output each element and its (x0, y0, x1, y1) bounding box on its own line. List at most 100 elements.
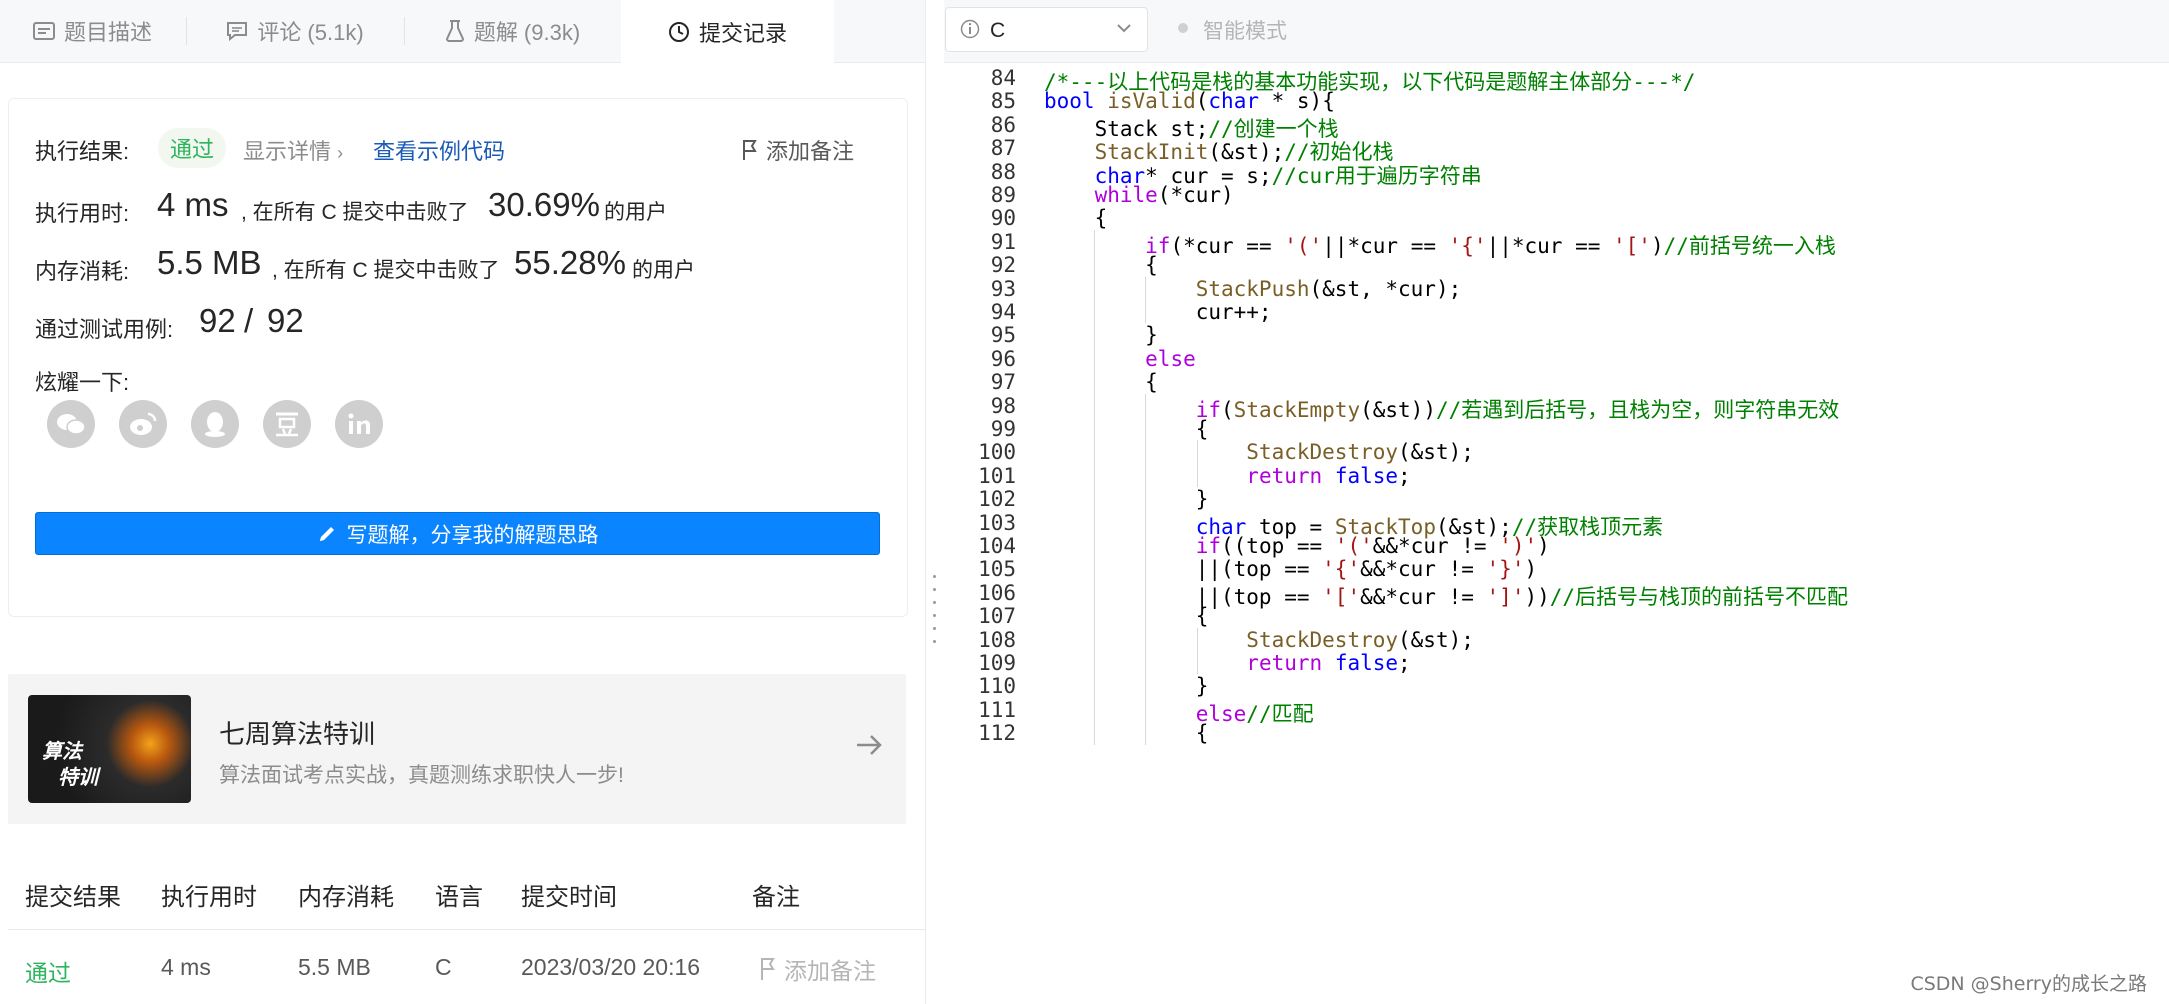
tests-total: 92 (267, 302, 304, 339)
tab-solutions[interactable]: 题解 (9.3k) (405, 0, 620, 62)
line-number: 90 (990, 206, 1016, 231)
runtime-label: 执行用时: (35, 201, 130, 226)
line-number: 106 (978, 580, 1016, 605)
linkedin-icon[interactable] (335, 400, 383, 448)
line-number: 95 (990, 323, 1016, 348)
line-number: 96 (990, 346, 1016, 371)
code-line[interactable]: ||(top == '{'&&*cur != '}') (1044, 557, 1537, 581)
code-line[interactable]: bool isValid(char * s){ (1044, 89, 1335, 113)
line-number: 111 (978, 697, 1016, 722)
code-line[interactable]: { (1044, 417, 1209, 441)
line-number: 85 (990, 89, 1016, 114)
code-line[interactable]: { (1044, 206, 1108, 230)
mode-indicator-dot (1178, 23, 1188, 33)
code-line[interactable]: { (1044, 604, 1209, 628)
column-header-result: 提交结果 (25, 884, 121, 911)
tab-description[interactable]: 题目描述 (0, 0, 185, 62)
code-line[interactable]: cur++; (1044, 300, 1272, 324)
code-line[interactable]: else (1044, 347, 1196, 371)
memory-percent: 55.28% (514, 244, 626, 281)
line-number: 107 (978, 604, 1016, 629)
line-number: 97 (990, 370, 1016, 395)
line-number: 87 (990, 136, 1016, 161)
show-details-link[interactable]: 显示详情 › (243, 134, 343, 166)
panel-resize-handle[interactable] (925, 0, 945, 1004)
line-number: 105 (978, 557, 1016, 582)
indent-guide (1196, 440, 1198, 488)
code-line[interactable]: return false; (1044, 651, 1410, 675)
column-header-time: 提交时间 (521, 884, 617, 911)
tab-label: 题目描述 (63, 20, 152, 45)
promo-subtitle: 算法面试考点实战，真题测练求职快人一步! (219, 764, 624, 787)
description-icon (32, 21, 55, 41)
flag-icon (760, 957, 776, 981)
flag-icon (742, 139, 758, 161)
status-badge: 通过 (158, 128, 226, 168)
row-time: 2023/03/20 20:16 (521, 954, 701, 980)
view-example-code-link[interactable]: 查看示例代码 (373, 134, 505, 166)
info-icon (960, 19, 980, 44)
code-line[interactable]: } (1044, 487, 1209, 511)
code-line[interactable]: StackDestroy(&st); (1044, 440, 1474, 464)
qq-icon[interactable] (191, 400, 239, 448)
memory-beat-text: , 在所有 C 提交中击败了 (272, 259, 500, 282)
watermark: CSDN @Sherry的成长之路 (1910, 973, 2147, 995)
line-number: 110 (978, 674, 1016, 699)
row-language: C (435, 954, 452, 980)
tab-label: 题解 (9.3k) (473, 20, 581, 45)
comment-icon (226, 21, 248, 41)
row-add-note-button[interactable]: 添加备注 (760, 952, 876, 986)
code-line[interactable]: if(*cur == '('||*cur == '{'||*cur == '['… (1044, 230, 1836, 260)
line-number: 99 (990, 417, 1016, 441)
line-number: 84 (990, 66, 1016, 90)
code-line[interactable]: { (1044, 253, 1158, 277)
add-note-button[interactable]: 添加备注 (742, 134, 854, 166)
code-line[interactable]: while(*cur) (1044, 183, 1234, 207)
chevron-right-icon: › (337, 143, 344, 163)
language-value: C (990, 19, 1006, 42)
drag-dot (933, 575, 936, 578)
line-number: 112 (978, 721, 1016, 746)
code-line[interactable]: StackPush(&st, *cur); (1044, 277, 1462, 301)
chevron-down-icon (1116, 21, 1132, 40)
indent-guide (1196, 627, 1198, 675)
code-line[interactable]: } (1044, 674, 1209, 698)
code-editor[interactable]: 84/*---以上代码是栈的基本功能实现，以下代码是题解主体部分---*/85 b… (944, 63, 2169, 1004)
tab-submissions[interactable]: 提交记录 (621, 0, 834, 63)
line-number: 100 (978, 440, 1016, 465)
tab-comments[interactable]: 评论 (5.1k) (187, 0, 403, 62)
language-select[interactable]: C (945, 7, 1148, 52)
code-line[interactable]: { (1044, 721, 1209, 745)
arrow-right-icon[interactable] (855, 733, 883, 762)
drag-dot (933, 640, 936, 643)
line-number: 103 (978, 510, 1016, 535)
promo-title: 七周算法特训 (219, 719, 376, 749)
code-line[interactable]: } (1044, 323, 1158, 347)
weibo-icon[interactable] (119, 400, 167, 448)
line-number: 98 (990, 393, 1016, 418)
smart-mode-toggle[interactable]: 智能模式 (1203, 15, 1287, 45)
code-line[interactable]: return false; (1044, 464, 1410, 488)
runtime-suffix: 的用户 (604, 201, 667, 224)
line-number: 104 (978, 534, 1016, 558)
line-number: 109 (978, 651, 1016, 675)
row-result[interactable]: 通过 (25, 954, 71, 988)
line-number: 108 (978, 627, 1016, 652)
indent-guide (1145, 393, 1147, 745)
douban-icon[interactable] (263, 400, 311, 448)
memory-value: 5.5 MB (157, 244, 262, 281)
code-line[interactable]: { (1044, 370, 1158, 394)
row-memory: 5.5 MB (298, 954, 371, 980)
code-line[interactable]: if((top == '('&&*cur != ')') (1044, 534, 1550, 558)
row-runtime: 4 ms (161, 954, 211, 980)
drag-dot (933, 627, 936, 630)
tests-separator: / (244, 302, 254, 339)
column-header-language: 语言 (435, 884, 483, 911)
code-line[interactable]: StackDestroy(&st); (1044, 628, 1474, 652)
wechat-icon[interactable] (47, 400, 95, 448)
drag-dot (933, 614, 936, 617)
result-label: 执行结果: (35, 139, 130, 164)
column-header-note: 备注 (752, 884, 800, 911)
write-solution-button[interactable]: 写题解，分享我的解题思路 (35, 512, 880, 555)
line-number: 102 (978, 487, 1016, 512)
